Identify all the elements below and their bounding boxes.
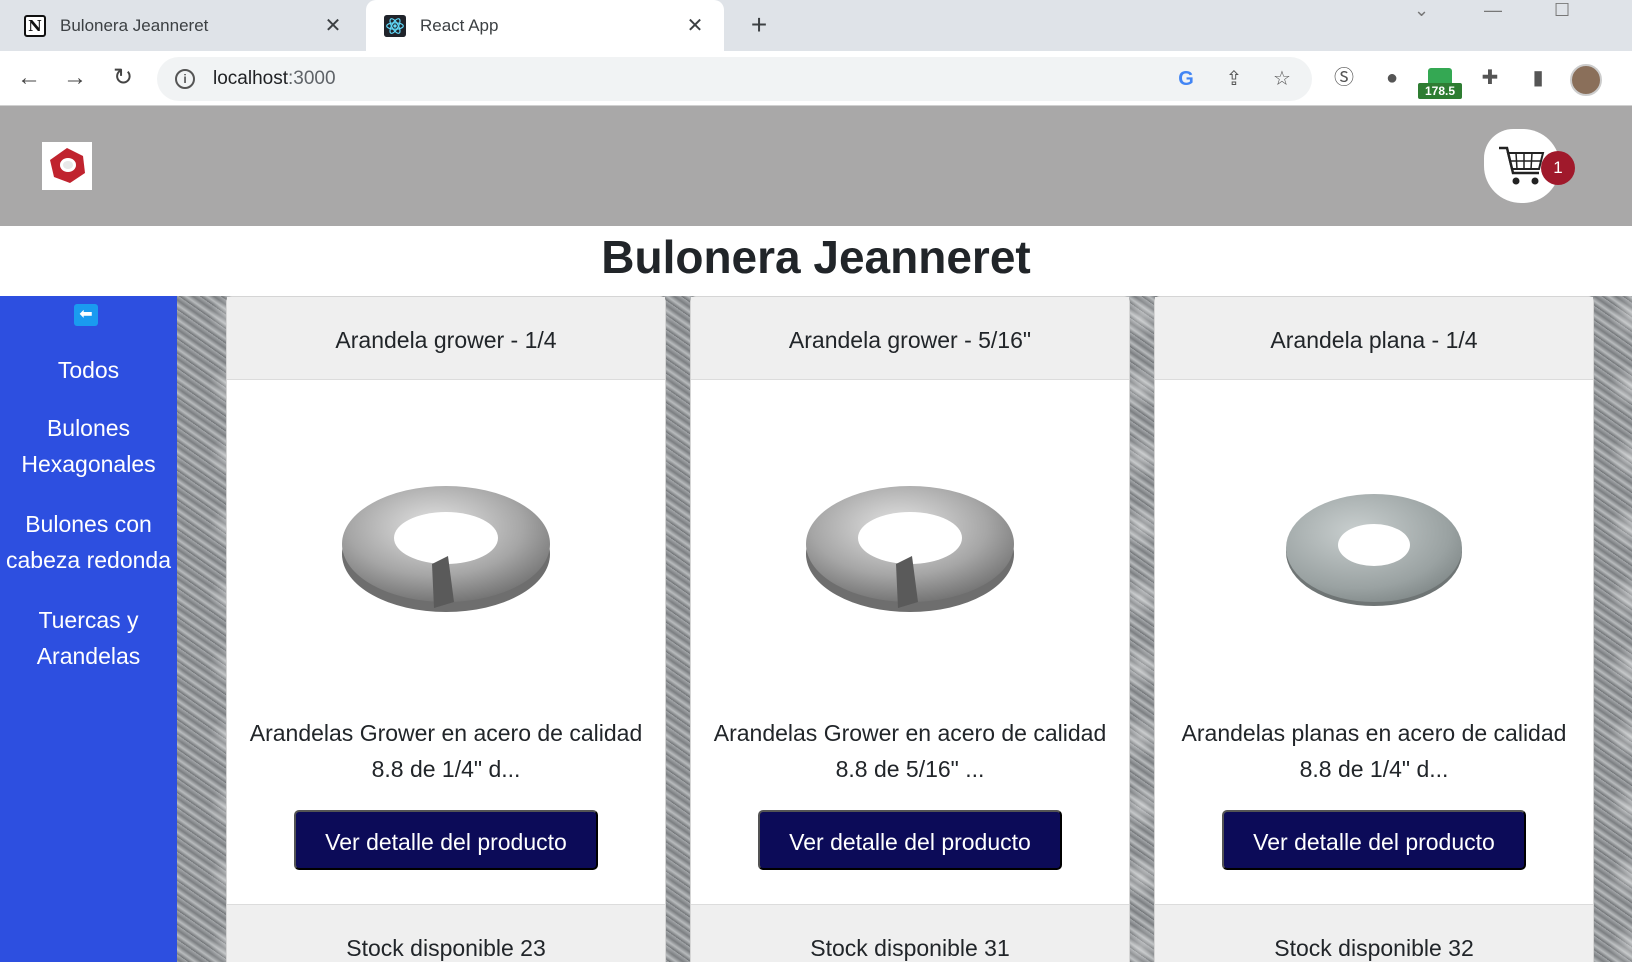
address-toolbar: ← → ↻ i localhost:3000 G ⇪ ☆ Ⓢ ● 178.5 ✚… <box>0 51 1632 106</box>
address-bar[interactable]: i localhost:3000 G ⇪ ☆ <box>157 57 1312 101</box>
tab-title: React App <box>420 15 499 35</box>
category-tuercas-arandelas[interactable]: Tuercas y Arandelas <box>0 602 177 674</box>
forward-arrow-icon[interactable]: → <box>60 63 90 93</box>
product-title: Arandela grower - 5/16" <box>691 297 1129 380</box>
product-title: Arandela grower - 1/4 <box>227 297 665 380</box>
reload-icon[interactable]: ↻ <box>108 63 138 93</box>
category-bulones-cabeza-redonda[interactable]: Bulones con cabeza redonda <box>0 506 177 578</box>
product-description: Arandelas Grower en acero de calidad 8.8… <box>713 720 1107 782</box>
category-bulones-hexagonales[interactable]: Bulones Hexagonales <box>0 410 177 482</box>
browser-tab-bulonera[interactable]: N Bulonera Jeanneret ✕ <box>0 0 362 51</box>
shopping-cart-icon <box>1499 146 1545 185</box>
share-icon[interactable]: ⇪ <box>1221 66 1247 92</box>
arrow-left-icon[interactable]: ⬅ <box>74 304 98 326</box>
main-content: ⬅ Todos Bulones Hexagonales Bulones con … <box>0 296 1632 962</box>
minimize-icon[interactable]: — <box>1484 0 1502 22</box>
product-card: Arandela grower - 1/4 Arandelas Grower e… <box>226 296 666 962</box>
view-product-button[interactable]: Ver detalle del producto <box>1222 810 1526 870</box>
view-product-button[interactable]: Ver detalle del producto <box>758 810 1062 870</box>
google-icon[interactable]: G <box>1173 66 1199 92</box>
url-port: :3000 <box>288 68 336 89</box>
spring-washer-image <box>691 380 1129 715</box>
product-stock: Stock disponible 23 <box>227 904 665 962</box>
product-description: Arandelas Grower en acero de calidad 8.8… <box>249 720 643 782</box>
category-sidebar: ⬅ Todos Bulones Hexagonales Bulones con … <box>0 296 177 962</box>
notion-icon: N <box>24 14 46 37</box>
skype-extension-icon[interactable]: Ⓢ <box>1330 64 1358 92</box>
product-card: Arandela grower - 5/16" Arandelas Grower… <box>690 296 1130 962</box>
cart-count-badge: 1 <box>1541 151 1575 185</box>
browser-tab-bar: N Bulonera Jeanneret ✕ React App ✕ + ⌄ —… <box>0 0 1632 51</box>
maximize-icon[interactable]: ☐ <box>1554 0 1570 22</box>
page-title: Bulonera Jeanneret <box>601 231 1031 283</box>
product-card: Arandela plana - 1/4 Arandelas planas en… <box>1154 296 1594 962</box>
nut-logo-icon[interactable] <box>42 142 92 190</box>
new-tab-button[interactable]: + <box>744 10 774 40</box>
extension-balls-icon[interactable]: ● <box>1378 64 1406 92</box>
bookmark-star-icon[interactable]: ☆ <box>1269 66 1295 92</box>
product-stock: Stock disponible 31 <box>691 904 1129 962</box>
product-description: Arandelas planas en acero de calidad 8.8… <box>1181 720 1567 782</box>
url-host: localhost <box>213 68 288 89</box>
shopping-extension-icon[interactable]: 178.5 <box>1418 68 1462 99</box>
category-todos[interactable]: Todos <box>0 352 177 388</box>
flat-washer-image <box>1155 380 1593 715</box>
app-header: 1 <box>0 106 1632 226</box>
site-info-icon[interactable]: i <box>175 69 195 89</box>
back-arrow-icon[interactable]: ← <box>14 63 44 93</box>
spring-washer-image <box>227 380 665 715</box>
close-tab-icon[interactable]: ✕ <box>680 13 710 38</box>
tab-search-chevron-icon[interactable]: ⌄ <box>1414 0 1429 22</box>
side-panel-icon[interactable]: ▮ <box>1524 64 1552 92</box>
react-icon <box>384 14 406 37</box>
tab-title: Bulonera Jeanneret <box>60 15 209 35</box>
extensions-puzzle-icon[interactable]: ✚ <box>1476 64 1504 92</box>
close-tab-icon[interactable]: ✕ <box>318 13 348 38</box>
product-stock: Stock disponible 32 <box>1155 904 1593 962</box>
product-title: Arandela plana - 1/4 <box>1155 297 1593 380</box>
profile-avatar[interactable] <box>1570 64 1602 96</box>
view-product-button[interactable]: Ver detalle del producto <box>294 810 598 870</box>
extension-badge: 178.5 <box>1418 83 1462 99</box>
browser-tab-react-app[interactable]: React App ✕ <box>366 0 724 51</box>
